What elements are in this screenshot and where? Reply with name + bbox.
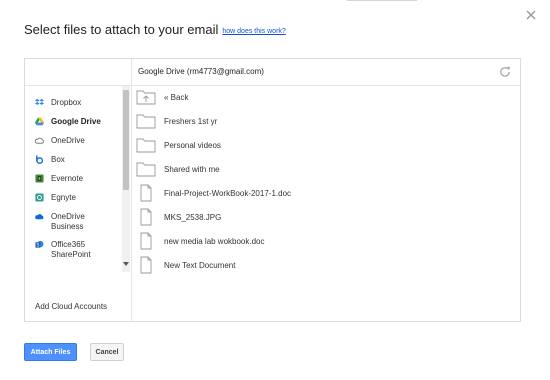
file-name: Freshers 1st yr <box>164 116 218 126</box>
file-name: Personal videos <box>164 140 221 150</box>
sidebar-item-label: Box <box>51 155 65 164</box>
header-divider <box>131 59 132 85</box>
help-link[interactable]: how does this work? <box>222 28 285 35</box>
file-list: « Back Freshers 1st yr Personal videos S… <box>132 86 520 322</box>
attach-files-button[interactable]: Attach Files <box>24 343 77 361</box>
dropbox-icon <box>35 98 44 105</box>
cancel-button[interactable]: Cancel <box>90 343 124 361</box>
file-name: MKS_2538.JPG <box>164 212 222 222</box>
file-name: New Text Document <box>164 260 236 270</box>
file-name: « Back <box>164 92 189 102</box>
file-row-document[interactable]: MKS_2538.JPG <box>136 206 516 228</box>
top-divider <box>347 0 417 1</box>
sidebar-item-label: OneDrive <box>51 136 85 145</box>
back-folder-icon <box>136 90 156 105</box>
cloud-service-sidebar: Dropbox Google Drive OneDrive Box Everno… <box>25 86 132 322</box>
file-name: new media lab wokbook.doc <box>164 236 265 246</box>
sidebar-item-onedrive-business[interactable]: OneDrive Business <box>35 212 85 232</box>
scroll-down-arrow-icon[interactable] <box>123 262 129 266</box>
sidebar-item-box[interactable]: Box <box>35 155 65 165</box>
add-cloud-accounts-link[interactable]: Add Cloud Accounts <box>35 302 107 311</box>
file-row-folder[interactable]: Shared with me <box>136 158 516 180</box>
sidebar-item-label: Dropbox <box>51 98 82 107</box>
file-row-back[interactable]: « Back <box>136 86 516 108</box>
google-drive-icon <box>35 117 44 126</box>
document-icon <box>140 232 152 250</box>
file-name: Final-Project-WorkBook-2017-1.doc <box>164 188 292 198</box>
sidebar-item-evernote[interactable]: Evernote <box>35 174 83 184</box>
refresh-button[interactable] <box>498 65 512 79</box>
sidebar-item-label: Egnyte <box>51 193 76 202</box>
panel-header: Google Drive (rm4773@gmail.com) <box>25 59 520 86</box>
sidebar-item-onedrive[interactable]: OneDrive <box>35 136 85 146</box>
file-row-document[interactable]: Final-Project-WorkBook-2017-1.doc <box>136 182 516 204</box>
sidebar-item-label: Evernote <box>51 174 84 183</box>
file-name: Shared with me <box>164 164 220 174</box>
folder-icon <box>136 114 156 129</box>
attach-files-dialog: Select files to attach to your email how… <box>0 0 550 380</box>
file-row-document[interactable]: New Text Document <box>136 254 516 276</box>
cloud-service-list: Dropbox Google Drive OneDrive Box Everno… <box>25 86 122 272</box>
svg-text:S: S <box>36 243 39 249</box>
file-row-folder[interactable]: Freshers 1st yr <box>136 110 516 132</box>
sharepoint-icon: S <box>35 240 44 249</box>
evernote-icon <box>35 174 44 183</box>
document-icon <box>140 184 152 202</box>
close-button[interactable] <box>524 8 538 22</box>
sidebar-item-label: Office365 SharePoint <box>51 240 91 259</box>
sidebar-item-egnyte[interactable]: Egnyte <box>35 193 76 203</box>
refresh-icon <box>500 66 511 77</box>
box-icon <box>36 155 44 164</box>
folder-icon <box>136 138 156 153</box>
sidebar-scroll-thumb[interactable] <box>123 90 129 190</box>
sidebar-item-label: Google Drive <box>51 117 101 126</box>
file-row-document[interactable]: new media lab wokbook.doc <box>136 230 516 252</box>
folder-icon <box>136 162 156 177</box>
sidebar-item-label: OneDrive Business <box>51 212 85 231</box>
file-row-folder[interactable]: Personal videos <box>136 134 516 156</box>
sidebar-item-google-drive[interactable]: Google Drive <box>35 117 101 127</box>
sidebar-item-dropbox[interactable]: Dropbox <box>35 98 81 108</box>
document-icon <box>140 256 152 274</box>
sidebar-item-sharepoint[interactable]: S Office365 SharePoint <box>35 240 91 260</box>
egnyte-icon <box>35 193 44 202</box>
onedrive-icon <box>35 137 44 144</box>
dialog-header: Select files to attach to your email how… <box>24 22 286 37</box>
file-picker-panel: Google Drive (rm4773@gmail.com) Dropbox … <box>24 58 521 322</box>
dialog-title: Select files to attach to your email <box>24 22 219 37</box>
document-icon <box>140 208 152 226</box>
account-label: Google Drive (rm4773@gmail.com) <box>138 67 264 76</box>
sidebar-scrollbar[interactable] <box>122 86 130 272</box>
close-icon <box>526 10 536 20</box>
onedrive-business-icon <box>35 214 44 220</box>
